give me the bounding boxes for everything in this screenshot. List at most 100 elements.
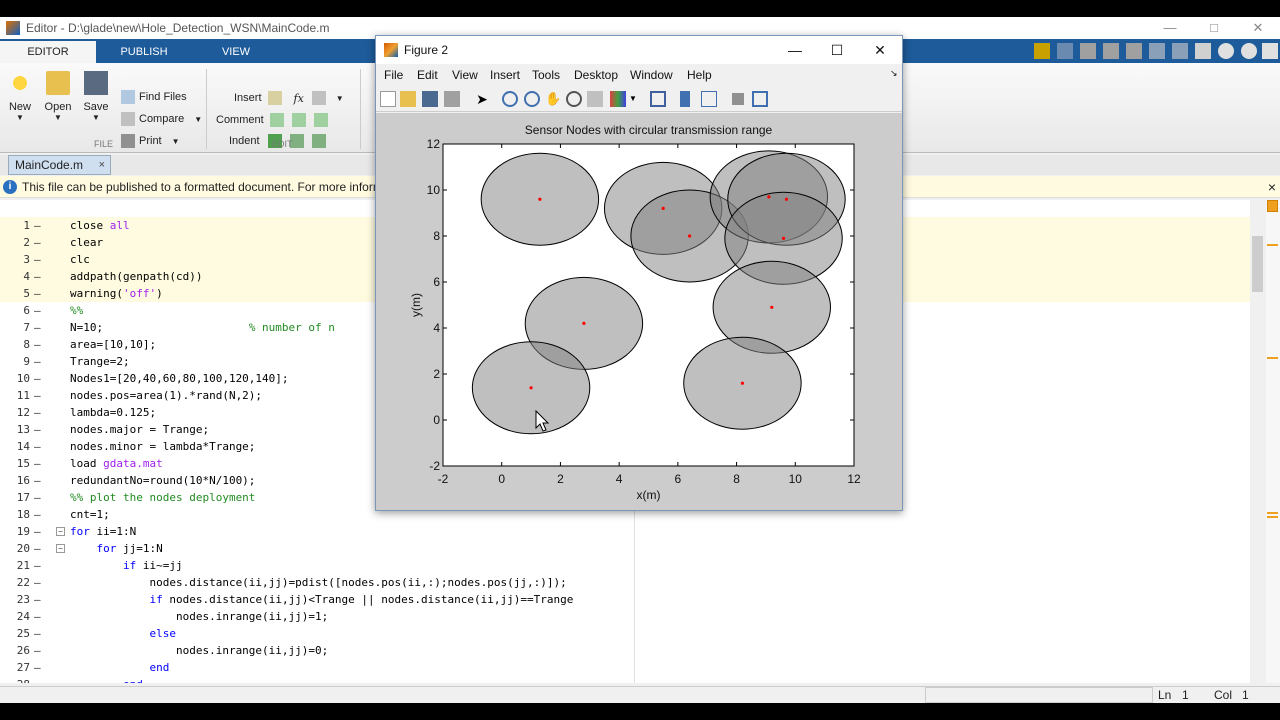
menu-insert[interactable]: Insert: [490, 68, 520, 82]
code-line[interactable]: 26 — nodes.inrange(ii,jj)=0;: [0, 642, 1250, 659]
find-files-button[interactable]: Find Files: [121, 90, 187, 104]
minimize-button[interactable]: —: [1148, 17, 1192, 39]
breakpoint-marker[interactable]: —: [34, 591, 41, 608]
menu-tools[interactable]: Tools: [532, 68, 560, 82]
undo-icon[interactable]: [1149, 43, 1165, 59]
close-tab-icon[interactable]: ×: [99, 156, 105, 174]
menu-view[interactable]: View: [452, 68, 478, 82]
breakpoint-marker[interactable]: —: [34, 438, 41, 455]
rotate-3d-icon[interactable]: [566, 91, 582, 107]
breakpoint-marker[interactable]: —: [34, 319, 41, 336]
warning-mark[interactable]: [1267, 516, 1278, 518]
breakpoint-marker[interactable]: —: [34, 506, 41, 523]
breakpoint-marker[interactable]: —: [34, 234, 41, 251]
close-info-icon[interactable]: ×: [1268, 176, 1276, 198]
warning-mark[interactable]: [1267, 244, 1278, 246]
document-tab-maincode[interactable]: MainCode.m ×: [8, 155, 111, 175]
close-button[interactable]: ✕: [1236, 17, 1280, 39]
breakpoint-marker[interactable]: —: [34, 251, 41, 268]
community-icon[interactable]: [1241, 43, 1257, 59]
tab-editor[interactable]: EDITOR: [0, 41, 96, 63]
fold-toggle-icon[interactable]: −: [56, 544, 65, 553]
paste-icon[interactable]: [1126, 43, 1142, 59]
breakpoint-marker[interactable]: —: [34, 404, 41, 421]
breakpoint-marker[interactable]: —: [34, 676, 41, 683]
switch-windows-icon[interactable]: [1195, 43, 1211, 59]
save-button[interactable]: Save ▼: [78, 71, 114, 122]
insert-button[interactable]: Insert fx ▼: [234, 91, 344, 105]
breakpoint-marker[interactable]: —: [34, 642, 41, 659]
code-line[interactable]: 23 — if nodes.distance(ii,jj)<Trange || n…: [0, 591, 1250, 608]
open-button[interactable]: Open ▼: [40, 71, 76, 122]
breakpoint-marker[interactable]: —: [34, 608, 41, 625]
code-line[interactable]: 28 — end: [0, 676, 1250, 683]
cut-icon[interactable]: [1080, 43, 1096, 59]
breakpoint-marker[interactable]: —: [34, 268, 41, 285]
code-line[interactable]: 21 — if ii~=jj: [0, 557, 1250, 574]
link-plot-icon[interactable]: [650, 91, 666, 107]
breakpoint-marker[interactable]: —: [34, 455, 41, 472]
copy-icon[interactable]: [1103, 43, 1119, 59]
zoom-out-icon[interactable]: [524, 91, 540, 107]
code-analyzer-strip[interactable]: [1266, 200, 1280, 683]
code-line[interactable]: 25 — else: [0, 625, 1250, 642]
code-line[interactable]: 24 — nodes.inrange(ii,jj)=1;: [0, 608, 1250, 625]
new-button[interactable]: New ▼: [2, 71, 38, 122]
print-figure-icon[interactable]: [444, 91, 460, 107]
code-line[interactable]: 19 — − for ii=1:N: [0, 523, 1250, 540]
vertical-scrollbar[interactable]: [1250, 200, 1266, 683]
figure-close-button[interactable]: ✕: [858, 36, 902, 64]
breakpoint-marker[interactable]: —: [34, 421, 41, 438]
breakpoint-marker[interactable]: —: [34, 574, 41, 591]
fold-toggle-icon[interactable]: −: [56, 527, 65, 536]
pan-hand-icon[interactable]: ✋: [545, 91, 561, 107]
figure-maximize-button[interactable]: ☐: [815, 36, 859, 64]
breakpoint-marker[interactable]: —: [34, 472, 41, 489]
breakpoint-marker[interactable]: —: [34, 336, 41, 353]
breakpoint-marker[interactable]: —: [34, 353, 41, 370]
help-icon[interactable]: [1218, 43, 1234, 59]
legend-icon[interactable]: [701, 91, 717, 107]
brush-icon[interactable]: [610, 91, 626, 107]
scrollbar-thumb[interactable]: [1252, 236, 1263, 292]
hide-plot-tools-icon[interactable]: [732, 93, 744, 105]
warning-indicator-icon[interactable]: [1267, 200, 1278, 212]
expand-icon[interactable]: [1262, 43, 1278, 59]
tab-view[interactable]: VIEW: [188, 41, 284, 63]
sensor-plot[interactable]: Sensor Nodes with circular transmission …: [376, 113, 902, 510]
zoom-in-icon[interactable]: [502, 91, 518, 107]
code-line[interactable]: 27 — end: [0, 659, 1250, 676]
redo-icon[interactable]: [1172, 43, 1188, 59]
edit-plot-arrow-icon[interactable]: ➤: [474, 91, 490, 107]
open-file-icon[interactable]: [400, 91, 416, 107]
colorbar-icon[interactable]: [680, 91, 690, 107]
breakpoint-marker[interactable]: —: [34, 659, 41, 676]
wrap-comments-icon[interactable]: [313, 113, 328, 127]
warning-mark[interactable]: [1267, 512, 1278, 514]
insert-breakpoint-icon[interactable]: [311, 91, 326, 105]
new-figure-icon[interactable]: [380, 91, 396, 107]
menu-desktop[interactable]: Desktop: [574, 68, 618, 82]
breakpoint-marker[interactable]: —: [34, 217, 41, 234]
menu-edit[interactable]: Edit: [417, 68, 438, 82]
code-line[interactable]: 22 — nodes.distance(ii,jj)=pdist([nodes.p…: [0, 574, 1250, 591]
menu-help[interactable]: Help: [687, 68, 712, 82]
caret-down-icon[interactable]: ▼: [629, 91, 645, 107]
save-figure-icon[interactable]: [422, 91, 438, 107]
comment-button[interactable]: Comment: [216, 113, 332, 127]
print-button[interactable]: Print ▼: [121, 134, 180, 148]
compare-button[interactable]: Compare ▼: [121, 112, 202, 126]
dock-arrow-icon[interactable]: ↘: [890, 68, 898, 79]
maximize-button[interactable]: □: [1192, 17, 1236, 39]
breakpoint-marker[interactable]: —: [34, 302, 41, 319]
menu-file[interactable]: File: [384, 68, 403, 82]
percent-uncomment-icon[interactable]: [291, 113, 306, 127]
breakpoint-marker[interactable]: —: [34, 540, 41, 557]
figure-minimize-button[interactable]: —: [773, 36, 817, 64]
menu-window[interactable]: Window: [630, 68, 673, 82]
warning-mark[interactable]: [1267, 357, 1278, 359]
breakpoint-marker[interactable]: —: [34, 523, 41, 540]
data-cursor-icon[interactable]: [587, 91, 603, 107]
breakpoint-marker[interactable]: —: [34, 370, 41, 387]
code-line[interactable]: 20 — − for jj=1:N: [0, 540, 1250, 557]
